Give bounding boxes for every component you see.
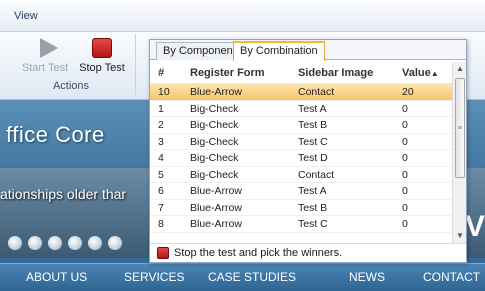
nav-contact[interactable]: CONTACT (423, 270, 480, 284)
row-number: 1 (158, 102, 164, 115)
row-sidebar-image: Test A (298, 185, 327, 197)
group-label: Actions (52, 80, 90, 92)
site-right-text: V (464, 210, 485, 243)
table-row[interactable]: 5 Big-Check Contact 0 (150, 167, 452, 183)
table-row[interactable]: 3 Big-Check Test C 0 (150, 134, 452, 150)
site-title: ffice Core (6, 122, 105, 147)
row-value: 20 (402, 86, 414, 98)
slider-dot[interactable] (88, 236, 102, 250)
table-row[interactable]: 6 Blue-Arrow Test A 0 (150, 183, 452, 200)
table-row[interactable]: 2 Big-Check Test B 0 (150, 117, 452, 134)
actions-group: Start Test Stop Test Actions (6, 34, 136, 96)
results-panel: By Component By Combination # Register F… (149, 39, 467, 263)
scrollbar-thumb[interactable]: ≡ (455, 78, 465, 178)
row-value: 0 (402, 152, 408, 164)
scroll-up-icon[interactable]: ▲ (455, 64, 465, 74)
row-register-form: Big-Check (190, 152, 239, 164)
row-number: 5 (158, 168, 164, 181)
table-row[interactable]: 4 Big-Check Test D 0 (150, 150, 452, 167)
nav-services[interactable]: SERVICES (124, 270, 184, 284)
row-register-form: Big-Check (190, 135, 239, 148)
row-sidebar-image: Test C (298, 135, 328, 148)
column-header-sidebar-image[interactable]: Sidebar Image (298, 67, 398, 79)
stop-test-label: Stop Test (79, 62, 125, 74)
row-value: 0 (402, 201, 408, 214)
row-sidebar-image: Contact (298, 168, 335, 181)
row-register-form: Blue-Arrow (190, 185, 242, 197)
column-header-value[interactable]: Value▲ (402, 67, 450, 79)
row-number: 6 (158, 185, 164, 197)
stop-icon (92, 38, 112, 58)
row-register-form: Blue-Arrow (190, 218, 242, 230)
row-register-form: Blue-Arrow (190, 86, 242, 98)
row-number: 8 (158, 218, 164, 230)
row-sidebar-image: Test B (298, 119, 328, 131)
site-tagline: ationships older thar (0, 186, 127, 202)
status-message: Stop the test and pick the winners. (174, 247, 343, 259)
stop-icon (157, 247, 169, 259)
slider-dot[interactable] (48, 236, 62, 250)
row-value: 0 (402, 168, 408, 181)
row-sidebar-image: Contact (298, 86, 335, 98)
row-register-form: Big-Check (190, 119, 239, 131)
row-number: 10 (158, 86, 170, 98)
slider-dot[interactable] (68, 236, 82, 250)
row-sidebar-image: Test C (298, 218, 328, 230)
table-row[interactable]: 7 Blue-Arrow Test B 0 (150, 200, 452, 216)
start-test-button[interactable]: Start Test (20, 38, 70, 74)
tab-by-combination[interactable]: By Combination (233, 41, 325, 61)
row-sidebar-image: Test D (298, 152, 328, 164)
row-sidebar-image: Test B (298, 201, 328, 214)
row-register-form: Blue-Arrow (190, 201, 242, 214)
row-value: 0 (402, 218, 408, 230)
row-number: 3 (158, 135, 164, 148)
row-register-form: Big-Check (190, 102, 239, 115)
row-value: 0 (402, 185, 408, 197)
ribbon-tab-bar: View (0, 0, 485, 32)
scroll-down-icon[interactable]: ▼ (455, 231, 465, 241)
status-bar: Stop the test and pick the winners. (150, 243, 466, 262)
slider-dot[interactable] (108, 236, 122, 250)
nav-case-studies[interactable]: CASE STUDIES (208, 270, 296, 284)
tab-by-component[interactable]: By Component (156, 42, 243, 60)
column-header-number[interactable]: # (158, 67, 182, 79)
grip-icon: ≡ (458, 125, 463, 132)
sort-ascending-icon: ▲ (430, 69, 439, 78)
table-row[interactable]: 1 Big-Check Test A 0 (150, 101, 452, 117)
row-value: 0 (402, 119, 408, 131)
tab-view[interactable]: View (14, 10, 38, 22)
row-sidebar-image: Test A (298, 102, 327, 115)
grid-scrollbar[interactable]: ▲ ≡ ▼ (452, 62, 466, 243)
nav-news[interactable]: NEWS (349, 270, 385, 284)
start-test-label: Start Test (21, 62, 69, 74)
site-nav: ABOUT US SERVICES CASE STUDIES NEWS CONT… (0, 263, 485, 291)
table-row[interactable]: 8 Blue-Arrow Test C 0 (150, 216, 452, 233)
value-header-label: Value (402, 67, 431, 79)
results-grid: # Register Form Sidebar Image Value▲ 10 B… (150, 62, 452, 233)
row-number: 2 (158, 119, 164, 131)
grid-header: # Register Form Sidebar Image Value▲ (150, 62, 452, 84)
slider-dots (8, 236, 128, 253)
nav-about-us[interactable]: ABOUT US (26, 270, 87, 284)
play-icon (40, 38, 62, 58)
row-value: 0 (402, 102, 408, 115)
row-number: 4 (158, 152, 164, 164)
row-number: 7 (158, 201, 164, 214)
stop-test-button[interactable]: Stop Test (74, 38, 130, 74)
row-register-form: Big-Check (190, 168, 239, 181)
row-value: 0 (402, 135, 408, 148)
slider-dot[interactable] (8, 236, 22, 250)
panel-tabs: By Component By Combination (150, 40, 466, 61)
table-row[interactable]: 10 Blue-Arrow Contact 20 (150, 84, 452, 101)
column-header-register-form[interactable]: Register Form (190, 67, 290, 79)
slider-dot[interactable] (28, 236, 42, 250)
